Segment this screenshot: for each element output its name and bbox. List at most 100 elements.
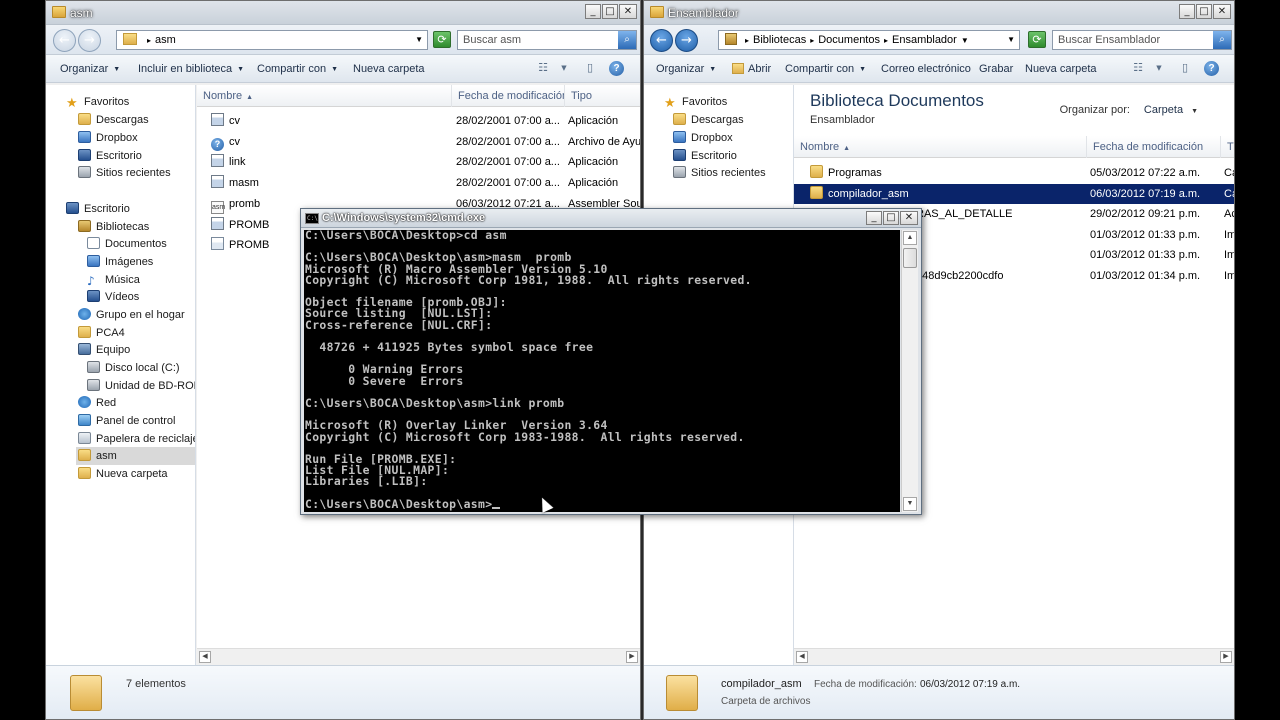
vertical-scrollbar[interactable]: ▲ ▼ <box>901 230 918 512</box>
nav-grupo-hogar[interactable]: Grupo en el hogar <box>78 306 185 324</box>
email-button[interactable]: Correo electrónico <box>881 63 971 75</box>
share-with-menu[interactable]: Compartir con ▼ <box>785 63 866 75</box>
column-name[interactable]: Nombre ▲ <box>794 136 1087 158</box>
title-bar[interactable]: Ensamblador _ □ ✕ <box>644 1 1234 25</box>
open-button[interactable]: Abrir <box>732 63 771 75</box>
nav-imagenes[interactable]: Imágenes <box>87 253 153 271</box>
forward-button[interactable]: → <box>675 29 698 52</box>
chevron-down-icon[interactable]: ▼ <box>1007 31 1015 49</box>
scroll-left-icon[interactable]: ◀ <box>796 651 808 663</box>
scroll-down-icon[interactable]: ▼ <box>903 497 917 511</box>
nav-descargas[interactable]: Descargas <box>673 111 744 129</box>
refresh-icon[interactable]: ⟳ <box>433 31 451 48</box>
help-icon[interactable]: ? <box>1204 61 1219 76</box>
nav-nueva-carpeta[interactable]: Nueva carpeta <box>78 465 168 483</box>
nav-dropbox[interactable]: Dropbox <box>78 129 138 147</box>
nav-equipo[interactable]: Equipo <box>78 341 130 359</box>
scroll-up-icon[interactable]: ▲ <box>903 231 917 245</box>
scroll-right-icon[interactable]: ▶ <box>1220 651 1232 663</box>
cmd-title-bar[interactable]: C:\ C:\Windows\system32\cmd.exe _ □ ✕ <box>301 209 921 228</box>
maximize-button[interactable]: □ <box>602 4 618 19</box>
nav-bibliotecas[interactable]: Bibliotecas <box>78 218 149 236</box>
column-headers: Nombre▲ Fecha de modificación Tip <box>794 136 1234 158</box>
nav-red[interactable]: Red <box>78 394 116 412</box>
nav-favoritos[interactable]: ★ Favoritos <box>66 93 129 111</box>
horizontal-scrollbar[interactable]: ◀ ▶ <box>794 648 1234 665</box>
nav-musica[interactable]: ♪ Música <box>87 271 140 289</box>
new-folder-button[interactable]: Nueva carpeta <box>1025 63 1097 75</box>
file-name: compilador_asm <box>828 187 909 200</box>
help-icon[interactable]: ? <box>609 61 624 76</box>
minimize-button[interactable]: _ <box>1179 4 1195 19</box>
nav-sitios-recientes[interactable]: Sitios recientes <box>78 164 171 182</box>
column-type[interactable]: Tipo <box>565 85 640 107</box>
view-dropdown-icon[interactable]: ▼ <box>557 61 571 75</box>
column-date[interactable]: Fecha de modificación <box>1087 136 1221 158</box>
organize-menu[interactable]: Organizar ▼ <box>60 63 120 75</box>
nav-escritorio-root[interactable]: Escritorio <box>66 200 130 218</box>
breadcrumb-asm[interactable]: asm <box>155 34 176 46</box>
scroll-thumb[interactable] <box>903 248 917 268</box>
nav-escritorio[interactable]: Escritorio <box>673 147 737 165</box>
table-row[interactable]: Programas 05/03/2012 07:22 a.m. Ca <box>794 163 1234 183</box>
nav-descargas[interactable]: Descargas <box>78 111 149 129</box>
breadcrumb-documentos[interactable]: Documentos <box>818 34 880 46</box>
nav-pca4[interactable]: PCA4 <box>78 324 125 342</box>
search-icon[interactable]: ⌕ <box>1213 31 1231 49</box>
new-folder-button[interactable]: Nueva carpeta <box>353 63 425 75</box>
view-options-icon[interactable]: ☷ <box>1131 61 1145 75</box>
nav-dropbox[interactable]: Dropbox <box>673 129 733 147</box>
burn-button[interactable]: Grabar <box>979 63 1013 75</box>
close-button[interactable]: ✕ <box>900 211 918 225</box>
breadcrumb-ensamblador[interactable]: Ensamblador <box>892 34 957 46</box>
back-button[interactable]: ← <box>650 29 673 52</box>
title-bar[interactable]: asm _ □ ✕ <box>46 1 640 25</box>
table-row[interactable]: compilador_asm 06/03/2012 07:19 a.m. Ca <box>794 183 1234 204</box>
close-button[interactable]: ✕ <box>1213 4 1231 19</box>
search-input[interactable]: Buscar Ensamblador ⌕ <box>1052 30 1232 50</box>
console-output[interactable]: C:\Users\BOCA\Desktop>cd asm C:\Users\BO… <box>304 230 900 512</box>
table-row[interactable]: ? cv 28/02/2001 07:00 a... Archivo de Ayuda <box>197 132 640 152</box>
address-bar[interactable]: ▸ Bibliotecas ▸ Documentos ▸ Ensamblador ▼ ▼ <box>718 30 1020 50</box>
close-button[interactable]: ✕ <box>619 4 637 19</box>
arrange-by[interactable]: Organizar por: Carpeta ▼ <box>1060 104 1198 116</box>
breadcrumb-bibliotecas[interactable]: Bibliotecas <box>753 34 806 46</box>
search-icon[interactable]: ⌕ <box>618 31 636 49</box>
preview-pane-icon[interactable]: ▯ <box>583 61 597 75</box>
view-dropdown-icon[interactable]: ▼ <box>1152 61 1166 75</box>
nav-bd-rom[interactable]: Unidad de BD-ROM ( <box>87 377 195 395</box>
nav-disco-local[interactable]: Disco local (C:) <box>87 359 180 377</box>
maximize-button[interactable]: □ <box>1196 4 1212 19</box>
nav-documentos[interactable]: Documentos <box>87 235 167 253</box>
nav-favoritos[interactable]: ★ Favoritos <box>664 93 727 111</box>
share-with-menu[interactable]: Compartir con ▼ <box>257 63 338 75</box>
back-button[interactable]: ← <box>53 29 76 52</box>
column-type[interactable]: Tip <box>1221 136 1234 158</box>
address-bar[interactable]: ▸ asm ▼ <box>116 30 428 50</box>
scroll-left-icon[interactable]: ◀ <box>199 651 211 663</box>
nav-sitios-recientes[interactable]: Sitios recientes <box>673 164 766 182</box>
nav-asm[interactable]: asm <box>76 447 195 465</box>
nav-videos[interactable]: Vídeos <box>87 288 139 306</box>
chevron-down-icon[interactable]: ▼ <box>415 31 423 49</box>
column-date[interactable]: Fecha de modificación <box>452 85 565 107</box>
minimize-button[interactable]: _ <box>585 4 601 19</box>
view-options-icon[interactable]: ☷ <box>536 61 550 75</box>
minimize-button[interactable]: _ <box>866 211 882 225</box>
scroll-right-icon[interactable]: ▶ <box>626 651 638 663</box>
table-row[interactable]: cv 28/02/2001 07:00 a... Aplicación <box>197 111 640 131</box>
refresh-icon[interactable]: ⟳ <box>1028 31 1046 48</box>
forward-button[interactable]: → <box>78 29 101 52</box>
maximize-button[interactable]: □ <box>883 211 899 225</box>
organize-menu[interactable]: Organizar ▼ <box>656 63 716 75</box>
table-row[interactable]: link 28/02/2001 07:00 a... Aplicación <box>197 152 640 172</box>
horizontal-scrollbar[interactable]: ◀ ▶ <box>197 648 640 665</box>
search-input[interactable]: Buscar asm ⌕ <box>457 30 637 50</box>
preview-pane-icon[interactable]: ▯ <box>1178 61 1192 75</box>
nav-escritorio[interactable]: Escritorio <box>78 147 142 165</box>
column-name[interactable]: Nombre ▲ <box>197 85 452 107</box>
nav-panel-control[interactable]: Panel de control <box>78 412 176 430</box>
nav-papelera[interactable]: Papelera de reciclaje <box>78 430 195 448</box>
table-row[interactable]: masm 28/02/2001 07:00 a... Aplicación <box>197 173 640 193</box>
include-library-menu[interactable]: Incluir en biblioteca ▼ <box>138 63 244 75</box>
